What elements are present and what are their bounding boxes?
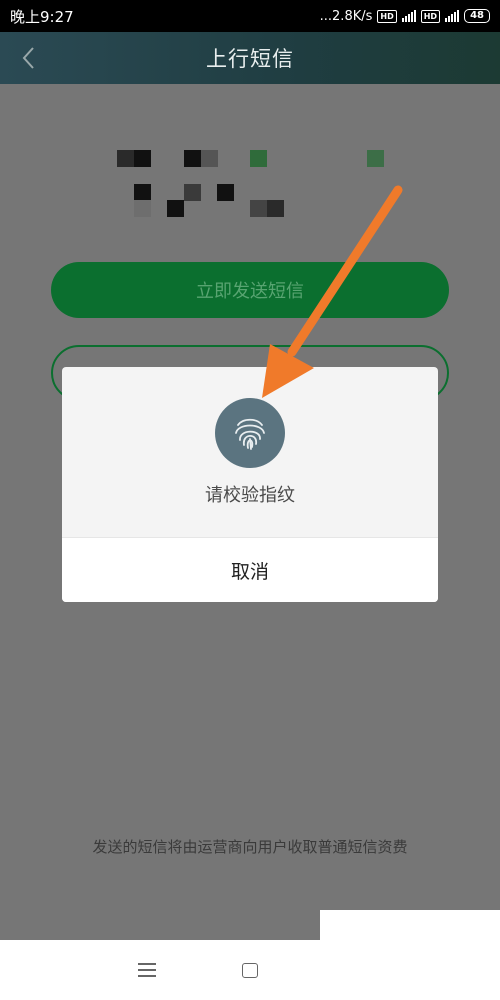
signal-icon-2 [445, 10, 460, 22]
fee-notice: 发送的短信将由运营商向用户收取普通短信资费 [92, 838, 408, 856]
app-header: 上行短信 [0, 32, 500, 84]
fingerprint-icon [235, 418, 265, 450]
content-bottom-edge [0, 910, 320, 940]
battery-indicator: 48 [464, 9, 490, 23]
back-icon [22, 47, 34, 69]
hd-badge-2: HD [420, 9, 441, 23]
fingerprint-sensor-button[interactable] [215, 398, 285, 468]
send-sms-button[interactable]: 立即发送短信 [51, 262, 449, 318]
cancel-button[interactable]: 取消 [62, 537, 438, 602]
dialog-message: 请校验指纹 [205, 485, 295, 506]
content-bottom-edge-right [320, 910, 500, 940]
network-speed: ...2.8K/s [319, 8, 373, 24]
back-button[interactable] [14, 44, 42, 72]
status-bar: 晚上9:27 ...2.8K/s HD HD 48 [0, 0, 500, 32]
signal-icon [401, 10, 416, 22]
hd-badge: HD [377, 9, 397, 23]
status-time: 晚上9:27 [10, 7, 74, 26]
page-title: 上行短信 [206, 47, 294, 71]
home-icon[interactable] [242, 963, 258, 978]
menu-icon[interactable] [138, 963, 156, 977]
fingerprint-dialog: 请校验指纹 取消 [62, 367, 438, 602]
status-indicators: ...2.8K/s HD HD 48 [320, 9, 490, 24]
